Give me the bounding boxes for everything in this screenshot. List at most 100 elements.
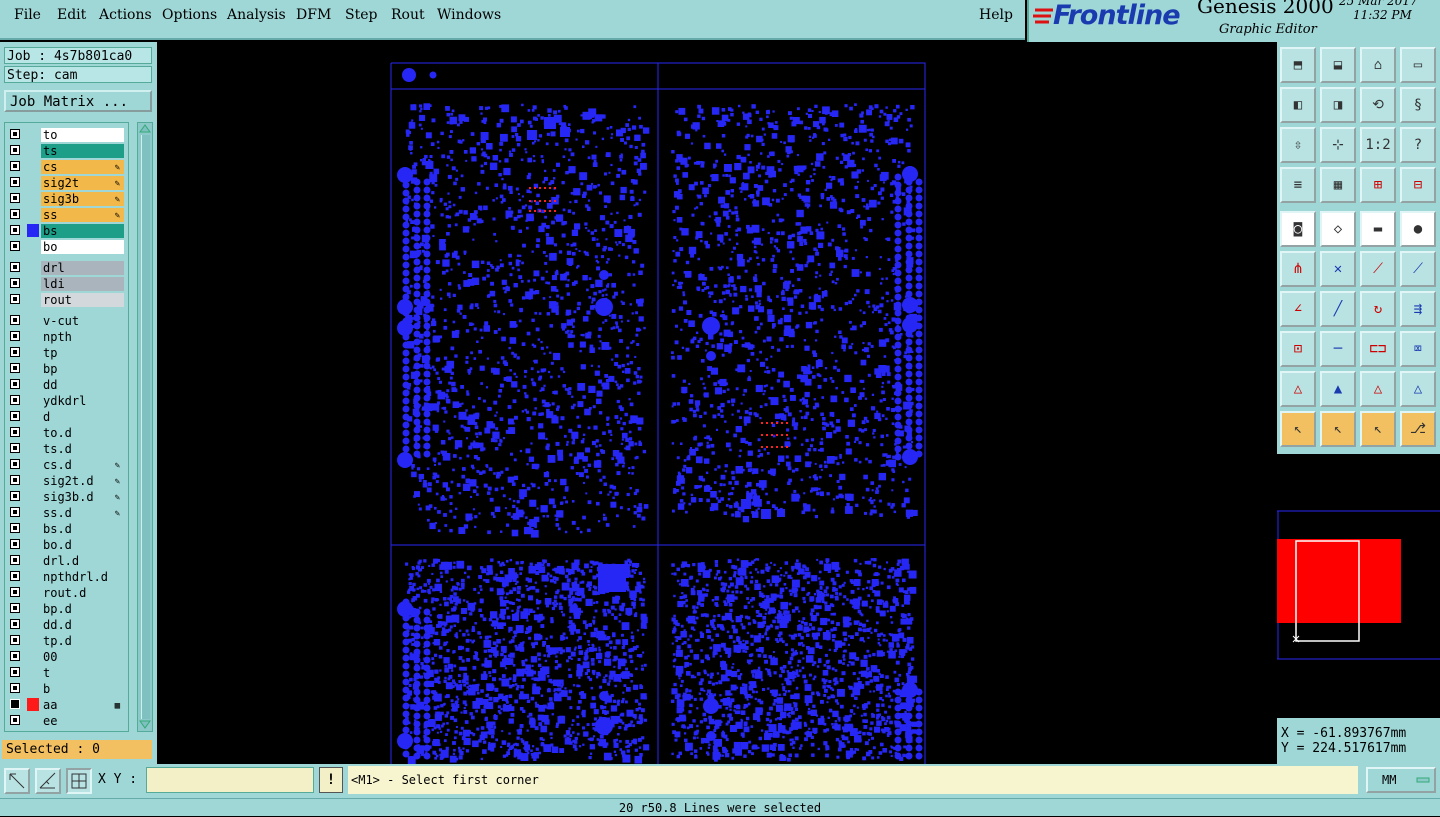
- layer-row-ts[interactable]: ts: [5, 143, 128, 159]
- layer-name[interactable]: tp: [41, 346, 124, 360]
- layer-checkbox[interactable]: [10, 177, 20, 187]
- layer-row-tp[interactable]: tp: [5, 345, 128, 361]
- layer-checkbox[interactable]: [10, 475, 20, 485]
- layer-name[interactable]: d: [41, 410, 124, 424]
- layer-row-dd[interactable]: dd: [5, 377, 128, 393]
- layer-row-rout-d[interactable]: rout.d: [5, 585, 128, 601]
- layer-name[interactable]: sig2t.d✎: [41, 474, 124, 488]
- layer-row-ss[interactable]: ss✎: [5, 207, 128, 223]
- layer-checkbox[interactable]: [10, 539, 20, 549]
- layer-name[interactable]: ydkdrl: [41, 394, 124, 408]
- layer-checkbox[interactable]: [10, 459, 20, 469]
- layer-name[interactable]: sig2t✎: [41, 176, 124, 190]
- layer-name[interactable]: drl: [41, 261, 124, 275]
- layer-name[interactable]: rout: [41, 293, 124, 307]
- menu-analysis[interactable]: Analysis: [227, 7, 286, 23]
- layer-checkbox[interactable]: [10, 294, 20, 304]
- layer-checkbox[interactable]: [10, 507, 20, 517]
- layer-name[interactable]: cs✎: [41, 160, 124, 174]
- layer-checkbox[interactable]: [10, 491, 20, 501]
- layer-row-aa[interactable]: aa▦: [5, 697, 128, 713]
- layer-name[interactable]: bo.d: [41, 538, 124, 552]
- layer-row-ydkdrl[interactable]: ydkdrl: [5, 393, 128, 409]
- layer-row-to-d[interactable]: to.d: [5, 425, 128, 441]
- layer-row-bs-d[interactable]: bs.d: [5, 521, 128, 537]
- layer-name[interactable]: rout.d: [41, 586, 124, 600]
- menu-rout[interactable]: Rout: [391, 7, 425, 23]
- layer-name[interactable]: dd.d: [41, 618, 124, 632]
- layer-name[interactable]: t: [41, 666, 124, 680]
- layer-name[interactable]: bp.d: [41, 602, 124, 616]
- menu-actions[interactable]: Actions: [99, 7, 152, 23]
- layer-list-scrollbar[interactable]: [137, 122, 153, 732]
- layer-name[interactable]: ee: [41, 714, 124, 728]
- layer-name[interactable]: npth: [41, 330, 124, 344]
- layer-checkbox[interactable]: [10, 603, 20, 613]
- layer-name[interactable]: v-cut: [41, 314, 124, 328]
- layer-checkbox[interactable]: [10, 587, 20, 597]
- layer-name[interactable]: bo: [41, 240, 124, 254]
- layer-row-npthdrl-d[interactable]: npthdrl.d: [5, 569, 128, 585]
- layer-name[interactable]: cs.d✎: [41, 458, 124, 472]
- layer-checkbox[interactable]: [10, 683, 20, 693]
- pcb-view[interactable]: [157, 42, 1277, 764]
- layer-checkbox[interactable]: [10, 278, 20, 288]
- layer-name[interactable]: npthdrl.d: [41, 570, 124, 584]
- layer-name[interactable]: ts: [41, 144, 124, 158]
- layer-name[interactable]: dd: [41, 378, 124, 392]
- layer-checkbox[interactable]: [10, 209, 20, 219]
- layer-checkbox[interactable]: [10, 331, 20, 341]
- menu-step[interactable]: Step: [345, 7, 377, 23]
- menu-options[interactable]: Options: [162, 7, 217, 23]
- layer-name[interactable]: bp: [41, 362, 124, 376]
- layer-checkbox[interactable]: [10, 523, 20, 533]
- menu-edit[interactable]: Edit: [57, 7, 86, 23]
- layer-checkbox[interactable]: [10, 225, 20, 235]
- layer-name[interactable]: sig3b.d✎: [41, 490, 124, 504]
- layer-name[interactable]: to: [41, 128, 124, 142]
- layer-row-bo[interactable]: bo: [5, 239, 128, 255]
- layer-row-sig2t-d[interactable]: sig2t.d✎: [5, 473, 128, 489]
- layer-row-ldi[interactable]: ldi: [5, 276, 128, 292]
- layer-checkbox[interactable]: [10, 129, 20, 139]
- layer-row-bp-d[interactable]: bp.d: [5, 601, 128, 617]
- layer-row-dd-d[interactable]: dd.d: [5, 617, 128, 633]
- layer-row-ss-d[interactable]: ss.d✎: [5, 505, 128, 521]
- layer-checkbox[interactable]: [10, 427, 20, 437]
- layer-name[interactable]: b: [41, 682, 124, 696]
- layer-row-v-cut[interactable]: v-cut: [5, 313, 128, 329]
- scroll-thumb[interactable]: [141, 135, 150, 719]
- layer-row-ee[interactable]: ee: [5, 713, 128, 729]
- layer-checkbox[interactable]: [10, 395, 20, 405]
- menu-file[interactable]: File: [14, 7, 41, 23]
- layer-row-drl[interactable]: drl: [5, 260, 128, 276]
- layer-row-bs[interactable]: bs: [5, 223, 128, 239]
- layer-checkbox[interactable]: [10, 619, 20, 629]
- layer-name[interactable]: ts.d: [41, 442, 124, 456]
- layer-row-to[interactable]: to: [5, 127, 128, 143]
- layer-checkbox[interactable]: [10, 193, 20, 203]
- layer-name[interactable]: ss✎: [41, 208, 124, 222]
- layer-row-tp-d[interactable]: tp.d: [5, 633, 128, 649]
- menu-help[interactable]: Help: [979, 7, 1013, 23]
- layer-row-00[interactable]: 00: [5, 649, 128, 665]
- layer-name[interactable]: ss.d✎: [41, 506, 124, 520]
- layer-checkbox[interactable]: [10, 699, 20, 709]
- layer-name[interactable]: sig3b✎: [41, 192, 124, 206]
- layer-row-sig2t[interactable]: sig2t✎: [5, 175, 128, 191]
- layer-checkbox[interactable]: [10, 347, 20, 357]
- layer-row-d[interactable]: d: [5, 409, 128, 425]
- layer-checkbox[interactable]: [10, 651, 20, 661]
- layer-name[interactable]: drl.d: [41, 554, 124, 568]
- layer-name[interactable]: aa▦: [41, 698, 124, 712]
- graphic-canvas[interactable]: [157, 42, 1277, 764]
- layer-row-cs[interactable]: cs✎: [5, 159, 128, 175]
- layer-checkbox[interactable]: [10, 262, 20, 272]
- layer-row-b[interactable]: b: [5, 681, 128, 697]
- layer-checkbox[interactable]: [10, 241, 20, 251]
- layer-color-swatch[interactable]: [27, 224, 39, 237]
- layer-checkbox[interactable]: [10, 315, 20, 325]
- layer-checkbox[interactable]: [10, 411, 20, 421]
- layer-row-sig3b-d[interactable]: sig3b.d✎: [5, 489, 128, 505]
- layer-name[interactable]: 00: [41, 650, 124, 664]
